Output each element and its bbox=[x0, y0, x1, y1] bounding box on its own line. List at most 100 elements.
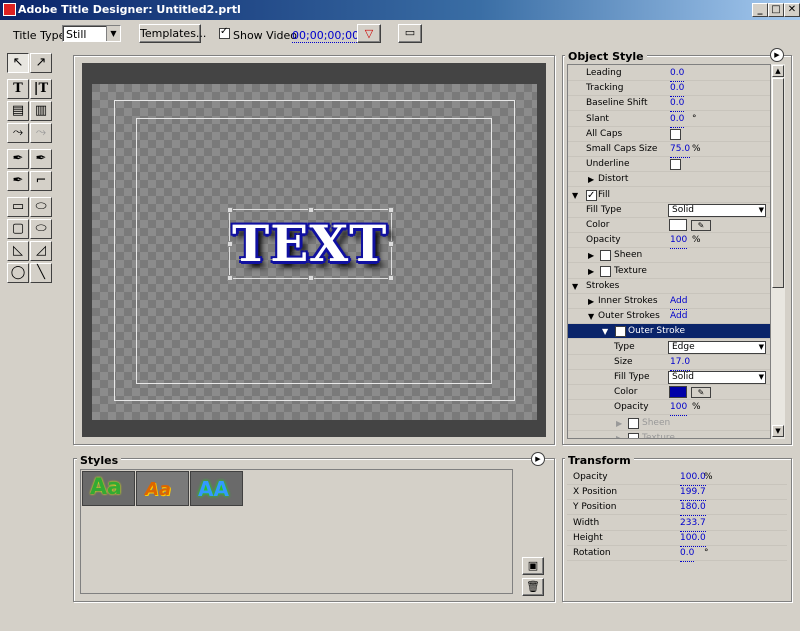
row-value[interactable]: 0.0 bbox=[670, 81, 685, 98]
row-checkbox[interactable] bbox=[670, 159, 681, 171]
transform-row[interactable]: Rotation 0.0 ° bbox=[567, 546, 787, 562]
row-value[interactable]: 100.0 bbox=[680, 470, 706, 486]
object-style-row[interactable]: Opacity 100% bbox=[568, 400, 770, 417]
row-value[interactable]: 0.0 bbox=[670, 66, 685, 82]
transform-row[interactable]: Height 100.0 bbox=[567, 531, 787, 547]
object-style-row[interactable]: ▼ Outer Stroke bbox=[568, 324, 770, 340]
object-style-row[interactable]: ▶ Inner Strokes Add bbox=[568, 294, 770, 310]
clipped-rectangle-tool-icon[interactable]: ⬭ bbox=[30, 197, 52, 217]
arc-tool-icon[interactable]: ◿ bbox=[30, 241, 52, 261]
scroll-up-icon[interactable]: ▲ bbox=[772, 65, 784, 77]
object-style-row[interactable]: Color ✎ bbox=[568, 218, 770, 233]
row-value[interactable]: 233.7 bbox=[680, 516, 706, 532]
rounded-corner-tool-icon[interactable]: ⬭ bbox=[30, 219, 52, 239]
row-select[interactable]: Edge bbox=[668, 340, 766, 354]
collapsed-triangle-icon[interactable]: ▶ bbox=[588, 294, 594, 309]
rotation-tool-icon[interactable]: ↗ bbox=[30, 53, 52, 73]
resize-handle[interactable] bbox=[308, 207, 314, 213]
object-style-menu-icon[interactable]: ▶ bbox=[770, 48, 784, 62]
vertical-area-type-tool-icon[interactable]: ▥ bbox=[30, 101, 52, 121]
title-type-select[interactable]: Still ▼ bbox=[62, 25, 121, 42]
resize-handle[interactable] bbox=[227, 241, 233, 247]
templates-button[interactable]: Templates... bbox=[139, 24, 206, 43]
resize-handle[interactable] bbox=[388, 241, 394, 247]
style-swatch[interactable]: AA bbox=[190, 471, 243, 506]
collapsed-triangle-icon[interactable]: ▶ bbox=[588, 172, 594, 187]
collapsed-triangle-icon[interactable]: ▶ bbox=[616, 416, 622, 431]
object-style-row[interactable]: Slant 0.0 ° bbox=[568, 112, 770, 128]
color-swatch[interactable] bbox=[669, 219, 687, 231]
style-swatch[interactable]: Aa bbox=[82, 471, 135, 506]
object-style-row[interactable]: Fill Type Solid bbox=[568, 370, 770, 385]
transform-row[interactable]: Y Position 180.0 bbox=[567, 500, 787, 517]
expanded-triangle-icon[interactable]: ▼ bbox=[572, 188, 578, 203]
styles-menu-icon[interactable]: ▶ bbox=[531, 452, 545, 466]
object-style-row[interactable]: ▼ Fill bbox=[568, 188, 770, 203]
object-style-row[interactable]: ▶ Texture bbox=[568, 431, 770, 438]
resize-handle[interactable] bbox=[388, 207, 394, 213]
new-style-icon[interactable]: ▣ bbox=[522, 557, 544, 575]
wedge-tool-icon[interactable]: ◺ bbox=[7, 241, 29, 261]
transform-row[interactable]: Width 233.7 bbox=[567, 516, 787, 532]
safe-area-icon[interactable]: ▭ bbox=[398, 24, 422, 43]
object-style-row[interactable]: Opacity 100% bbox=[568, 233, 770, 250]
ellipse-tool-icon[interactable]: ◯ bbox=[7, 263, 29, 283]
object-style-row[interactable]: All Caps bbox=[568, 127, 770, 142]
row-value[interactable]: 180.0 bbox=[680, 500, 706, 517]
marker-icon[interactable]: ▽ bbox=[357, 24, 381, 43]
row-value[interactable]: 75.0 bbox=[670, 142, 691, 158]
object-style-scrollbar[interactable]: ▲ ▼ bbox=[771, 64, 785, 439]
color-swatch[interactable] bbox=[669, 386, 687, 399]
object-style-row[interactable]: Fill Type Solid bbox=[568, 203, 770, 218]
line-tool-icon[interactable]: ╲ bbox=[30, 263, 52, 283]
add-anchor-tool-icon[interactable]: ✒ bbox=[30, 149, 52, 169]
row-checkbox[interactable] bbox=[628, 432, 639, 438]
object-style-row[interactable]: Type Edge bbox=[568, 340, 770, 355]
object-style-row[interactable]: ▶ Sheen bbox=[568, 416, 770, 431]
row-checkbox[interactable] bbox=[600, 250, 611, 262]
object-style-row[interactable]: Underline bbox=[568, 157, 770, 173]
close-button[interactable]: ✕ bbox=[784, 3, 800, 17]
vertical-path-type-tool-icon[interactable]: ⤳ bbox=[30, 123, 52, 143]
object-style-row[interactable]: ▶ Distort bbox=[568, 172, 770, 188]
resize-handle[interactable] bbox=[308, 275, 314, 281]
eyedropper-icon[interactable]: ✎ bbox=[691, 220, 711, 231]
rectangle-tool-icon[interactable]: ▭ bbox=[7, 197, 29, 217]
object-style-row[interactable]: Baseline Shift 0.0 bbox=[568, 96, 770, 113]
scroll-down-icon[interactable]: ▼ bbox=[772, 425, 784, 437]
object-style-row[interactable]: ▼ Strokes bbox=[568, 279, 770, 294]
eyedropper-icon[interactable]: ✎ bbox=[691, 387, 711, 399]
timecode-field[interactable]: 00;00;00;00 bbox=[292, 29, 360, 43]
scroll-thumb[interactable] bbox=[772, 78, 784, 288]
object-style-row[interactable]: ▼ Outer Strokes Add bbox=[568, 309, 770, 326]
row-value[interactable]: 100.0 bbox=[680, 531, 706, 547]
row-select[interactable]: Solid bbox=[668, 203, 766, 217]
maximize-button[interactable]: □ bbox=[768, 3, 784, 17]
path-type-tool-icon[interactable]: ⤳ bbox=[7, 123, 29, 143]
text-object[interactable]: TEXT bbox=[227, 207, 394, 281]
row-select[interactable]: Solid bbox=[668, 371, 766, 384]
object-style-row[interactable]: Leading 0.0 bbox=[568, 66, 770, 82]
row-value[interactable]: 100 bbox=[670, 400, 688, 417]
row-value[interactable]: 17.0 bbox=[670, 355, 691, 371]
resize-handle[interactable] bbox=[227, 207, 233, 213]
rounded-rectangle-tool-icon[interactable]: ▢ bbox=[7, 219, 29, 239]
row-checkbox[interactable] bbox=[628, 417, 639, 429]
object-style-row[interactable]: ▶ Texture bbox=[568, 264, 770, 279]
convert-anchor-tool-icon[interactable]: ⌐ bbox=[30, 171, 52, 191]
resize-handle[interactable] bbox=[388, 275, 394, 281]
type-tool-icon[interactable]: T bbox=[7, 79, 29, 99]
area-type-tool-icon[interactable]: ▤ bbox=[7, 101, 29, 121]
show-video-checkbox[interactable] bbox=[219, 26, 230, 39]
object-style-row[interactable]: Tracking 0.0 bbox=[568, 81, 770, 98]
row-checkbox[interactable] bbox=[600, 265, 611, 277]
add-link[interactable]: Add bbox=[670, 294, 688, 310]
collapsed-triangle-icon[interactable]: ▶ bbox=[588, 264, 594, 279]
row-value[interactable]: 100 bbox=[670, 233, 688, 250]
row-checkbox[interactable] bbox=[670, 128, 681, 140]
object-style-row[interactable]: Size 17.0 bbox=[568, 355, 770, 371]
expanded-triangle-icon[interactable]: ▼ bbox=[572, 279, 578, 294]
add-link[interactable]: Add bbox=[670, 309, 688, 326]
row-value[interactable]: 0.0 bbox=[680, 546, 695, 562]
transform-row[interactable]: X Position 199.7 bbox=[567, 485, 787, 502]
